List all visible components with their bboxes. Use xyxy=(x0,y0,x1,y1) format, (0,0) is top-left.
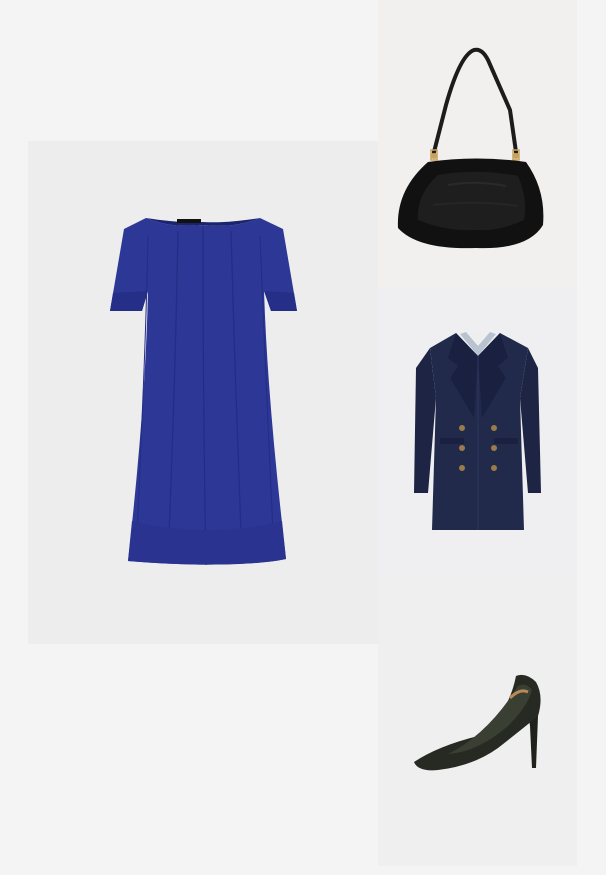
blue-dress-image xyxy=(110,218,297,566)
dark-pumps-image xyxy=(414,674,541,771)
black-bag-image xyxy=(397,47,544,249)
outfit-collage: { "colors": { "background": "#f4f4f4", "… xyxy=(0,0,606,875)
pumps-product-tile[interactable] xyxy=(378,576,577,866)
blazer-product-tile[interactable] xyxy=(378,288,577,576)
bag-product-tile[interactable] xyxy=(378,0,577,288)
navy-blazer-image xyxy=(414,332,541,530)
dress-product-tile[interactable] xyxy=(28,141,378,644)
